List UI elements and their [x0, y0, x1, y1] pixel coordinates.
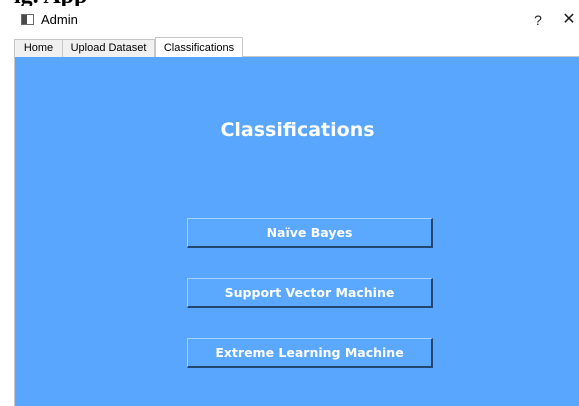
extreme-learning-machine-button[interactable]: Extreme Learning Machine [187, 338, 433, 368]
tab-upload-dataset[interactable]: Upload Dataset [62, 39, 155, 57]
tab-bar: Home Upload Dataset Classifications [14, 37, 579, 57]
help-button[interactable]: ? [527, 10, 549, 30]
screenshot: ig. App Admin ? ✕ Home Upload Dataset Cl… [0, 0, 579, 406]
naive-bayes-button[interactable]: Naïve Bayes [187, 218, 433, 248]
panel-title: Classifications [220, 119, 375, 141]
tab-home[interactable]: Home [14, 39, 63, 57]
close-button[interactable]: ✕ [558, 10, 579, 30]
support-vector-machine-button[interactable]: Support Vector Machine [187, 278, 433, 308]
tab-classifications[interactable]: Classifications [155, 37, 243, 57]
classifications-panel: Classifications Naïve Bayes Support Vect… [14, 57, 579, 406]
window-app-icon [21, 14, 34, 25]
window-title: Admin [41, 12, 78, 27]
window-titlebar: Admin ? ✕ [0, 6, 579, 34]
